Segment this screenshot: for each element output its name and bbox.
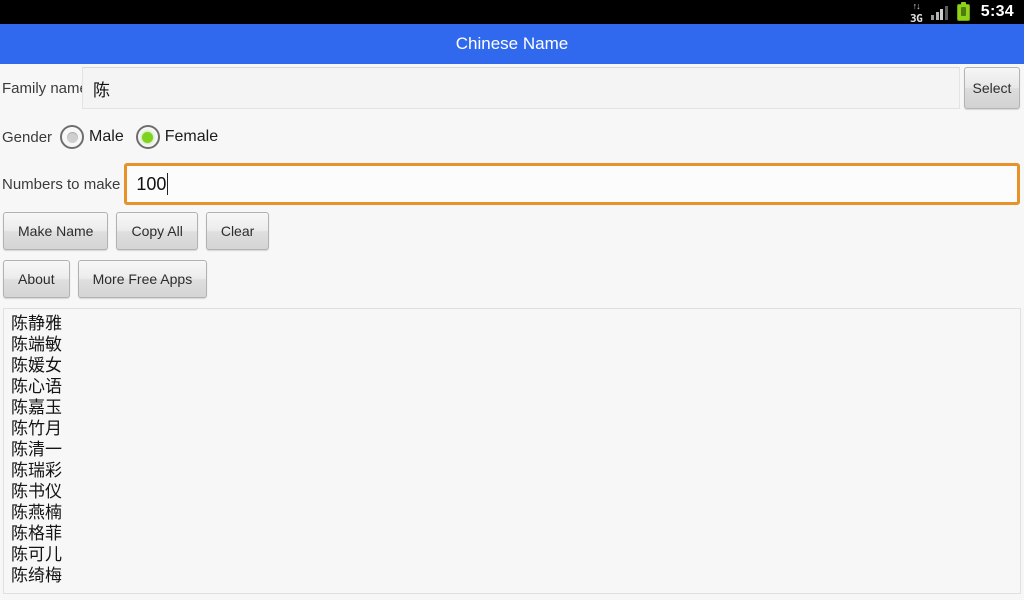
list-item: 陈心语 [11,377,62,397]
page-title: Chinese Name [455,34,569,53]
status-bar: ↑↓ 3G 5:34 [0,0,1024,24]
clear-button[interactable]: Clear [205,212,270,250]
family-name-row: Family name 陈 Select [0,64,1024,112]
gender-option-male-label: Male [89,128,124,145]
numbers-to-make-row: Numbers to make 100 [0,160,1024,208]
numbers-to-make-value: 100 [136,173,167,194]
gender-row: Gender Male Female [0,120,1024,154]
radio-unchecked-icon[interactable] [60,125,85,149]
status-icons: ↑↓ 3G 5:34 [910,1,1014,25]
secondary-action-row: About More Free Apps [0,260,208,298]
more-free-apps-button[interactable]: More Free Apps [77,260,208,298]
title-bar: Chinese Name [0,24,1024,64]
app-window: ↑↓ 3G 5:34 Chinese Name Family name 陈 Se… [0,0,1024,600]
list-item: 陈媛女 [11,356,62,376]
list-item: 陈清一 [11,440,62,460]
numbers-to-make-input[interactable]: 100 [124,163,1020,205]
text-cursor [167,173,169,195]
copy-all-button[interactable]: Copy All [116,212,198,250]
list-item: 陈竹月 [11,419,62,439]
list-item: 陈静雅 [11,314,62,334]
gender-option-female-label: Female [164,128,219,145]
network-3g-label: 3G [910,12,923,25]
family-name-label: Family name [2,79,88,97]
list-item: 陈燕楠 [11,503,62,523]
battery-icon [956,1,970,21]
list-item: 陈格菲 [11,524,62,544]
select-button[interactable]: Select [964,67,1020,109]
data-arrows-glyph: ↑↓ [912,1,921,11]
network-3g-icon: ↑↓ 3G [910,1,923,25]
list-item: 陈端敏 [11,335,62,355]
about-button[interactable]: About [3,260,70,298]
generated-names-list[interactable]: 陈静雅 陈端敏 陈媛女 陈心语 陈嘉玉 陈竹月 陈清一 陈瑞彩 陈书仪 陈燕楠 … [3,308,1021,594]
gender-radio-group: Male Female [60,125,230,149]
gender-label: Gender [2,128,53,146]
family-name-input[interactable]: 陈 [82,67,960,109]
primary-action-row: Make Name Copy All Clear [0,212,270,250]
list-item: 陈书仪 [11,482,62,502]
radio-checked-icon[interactable] [135,125,160,149]
signal-bars-icon [931,5,948,20]
list-item: 陈嘉玉 [11,398,62,418]
data-arrows-icon: ↑↓ 3G [910,1,923,25]
list-item: 陈绮梅 [11,566,62,586]
status-clock: 5:34 [980,3,1014,20]
list-item: 陈可儿 [11,545,62,565]
list-item: 陈瑞彩 [11,461,62,481]
gender-option-female[interactable]: Female [135,125,219,149]
make-name-button[interactable]: Make Name [3,212,109,250]
numbers-to-make-label: Numbers to make [2,175,121,193]
gender-option-male[interactable]: Male [60,125,124,149]
